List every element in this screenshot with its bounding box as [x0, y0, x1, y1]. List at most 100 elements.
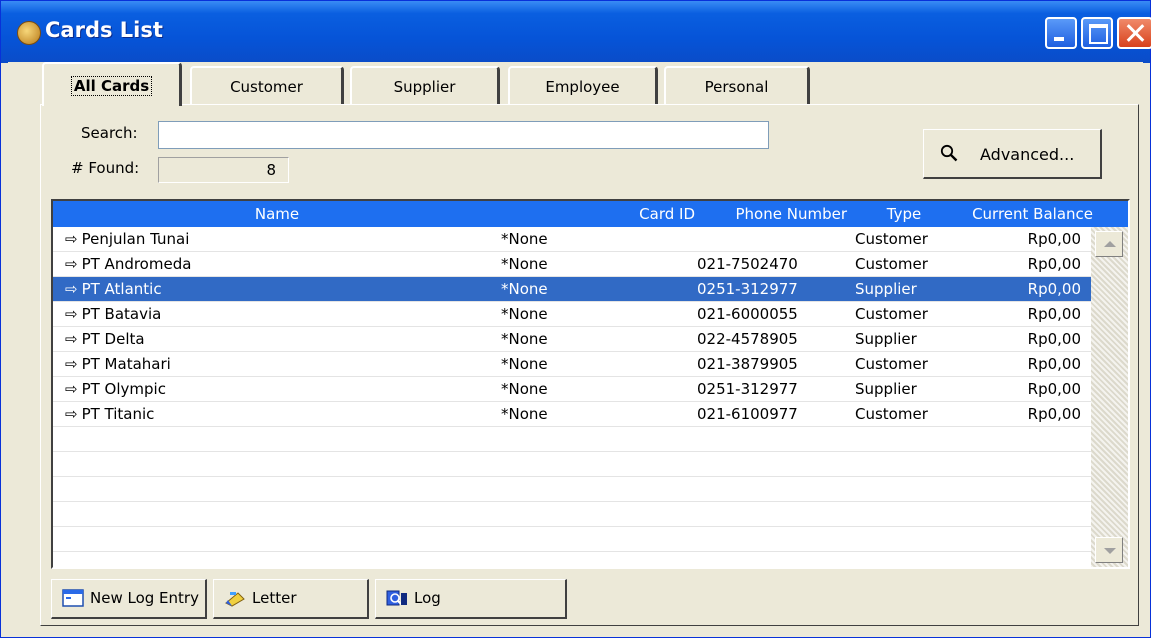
advanced-label: Advanced... [980, 145, 1075, 164]
empty-row [53, 477, 1091, 502]
row-arrow-icon[interactable]: ⇨ [65, 405, 78, 423]
cell-card-id: *None [501, 380, 548, 398]
table-header: Name Card ID Phone Number Type Current B… [53, 201, 1128, 227]
table-body: ⇨ Penjulan Tunai *None Customer Rp0,00 ⇨ PT An… [53, 227, 1091, 567]
cell-phone: 0251-312977 [697, 380, 798, 398]
magnifier-icon [940, 144, 958, 162]
cards-table: Name Card ID Phone Number Type Current B… [51, 199, 1130, 569]
app-icon [17, 21, 41, 45]
row-arrow-icon[interactable]: ⇨ [65, 255, 78, 273]
table-row[interactable]: ⇨ PT Titanic *None 021-6100977 Customer Rp0,0… [53, 402, 1091, 427]
advanced-button[interactable]: Advanced... [923, 129, 1102, 179]
tab-supplier[interactable]: Supplier [350, 66, 500, 106]
table-row[interactable]: ⇨ PT Matahari *None 021-3879905 Customer Rp0,… [53, 352, 1091, 377]
close-button[interactable] [1117, 17, 1151, 49]
vertical-scrollbar[interactable] [1091, 227, 1128, 567]
new-log-entry-label: New Log Entry [90, 589, 199, 607]
letter-button[interactable]: Letter [213, 579, 369, 619]
cell-type: Customer [855, 405, 928, 423]
row-arrow-icon[interactable]: ⇨ [65, 230, 78, 248]
cell-phone: 021-6000055 [697, 305, 798, 323]
empty-row [53, 552, 1091, 567]
col-card-id[interactable]: Card ID [501, 201, 699, 227]
new-log-entry-button[interactable]: New Log Entry [51, 579, 207, 619]
cell-balance: Rp0,00 [1027, 380, 1081, 398]
tab-customer[interactable]: Customer [190, 66, 344, 106]
cell-type: Customer [855, 355, 928, 373]
cell-type: Supplier [855, 380, 917, 398]
scroll-down-button[interactable] [1095, 537, 1123, 563]
cell-balance: Rp0,00 [1027, 405, 1081, 423]
col-type[interactable]: Type [851, 201, 957, 227]
cell-card-id: *None [501, 355, 548, 373]
table-row[interactable]: ⇨ PT Atlantic *None 0251-312977 Supplier Rp0,… [53, 277, 1091, 302]
tab-personal[interactable]: Personal [664, 66, 810, 106]
log-button[interactable]: Log [375, 579, 567, 619]
table-row[interactable]: ⇨ PT Olympic *None 0251-312977 Supplier Rp0,0… [53, 377, 1091, 402]
row-arrow-icon[interactable]: ⇨ [65, 330, 78, 348]
cell-card-id: *None [501, 330, 548, 348]
found-count: 8 [158, 157, 289, 183]
tab-label: All Cards [70, 76, 153, 96]
cell-balance: Rp0,00 [1027, 255, 1081, 273]
row-arrow-icon[interactable]: ⇨ [65, 305, 78, 323]
row-arrow-icon[interactable]: ⇨ [65, 380, 78, 398]
row-name-text: PT Delta [81, 330, 145, 348]
col-balance[interactable]: Current Balance [957, 201, 1093, 227]
cell-name: ⇨ PT Matahari [65, 352, 505, 376]
tab-employee[interactable]: Employee [508, 66, 658, 106]
cell-type: Supplier [855, 330, 917, 348]
table-row[interactable]: ⇨ PT Andromeda *None 021-7502470 Customer Rp0… [53, 252, 1091, 277]
cell-balance: Rp0,00 [1027, 280, 1081, 298]
minimize-button[interactable] [1045, 17, 1077, 49]
window-icon [62, 589, 84, 607]
row-name-text: PT Olympic [81, 380, 166, 398]
window-title: Cards List [45, 18, 163, 42]
title-bar[interactable]: Cards List [1, 1, 1151, 63]
cell-phone: 021-3879905 [697, 355, 798, 373]
tab-all-cards[interactable]: All Cards [42, 62, 182, 106]
cell-phone: 0251-312977 [697, 280, 798, 298]
row-arrow-icon[interactable]: ⇨ [65, 355, 78, 373]
letter-icon [225, 592, 245, 607]
row-name-text: PT Titanic [81, 405, 155, 423]
cell-type: Customer [855, 230, 928, 248]
search-input[interactable] [158, 121, 769, 149]
cell-card-id: *None [501, 280, 548, 298]
scroll-up-button[interactable] [1095, 231, 1123, 257]
row-name-text: PT Atlantic [81, 280, 162, 298]
empty-row [53, 527, 1091, 552]
cell-type: Supplier [855, 280, 917, 298]
table-row[interactable]: ⇨ PT Batavia *None 021-6000055 Customer Rp0,0… [53, 302, 1091, 327]
cell-name: ⇨ PT Andromeda [65, 252, 505, 276]
cell-balance: Rp0,00 [1027, 355, 1081, 373]
cell-type: Customer [855, 255, 928, 273]
cell-phone: 022-4578905 [697, 330, 798, 348]
search-label: Search: [81, 124, 138, 142]
cell-name: ⇨ Penjulan Tunai [65, 227, 505, 251]
cell-balance: Rp0,00 [1027, 330, 1081, 348]
empty-row [53, 502, 1091, 527]
letter-label: Letter [252, 589, 297, 607]
cell-phone [697, 227, 847, 251]
cell-name: ⇨ PT Batavia [65, 302, 505, 326]
table-row[interactable]: ⇨ Penjulan Tunai *None Customer Rp0,00 [53, 227, 1091, 252]
table-row[interactable]: ⇨ PT Delta *None 022-4578905 Supplier Rp0,00 [53, 327, 1091, 352]
cell-type: Customer [855, 305, 928, 323]
row-name-text: PT Matahari [81, 355, 171, 373]
cell-name: ⇨ PT Atlantic [65, 277, 505, 301]
row-arrow-icon[interactable]: ⇨ [65, 280, 78, 298]
cell-balance: Rp0,00 [1027, 230, 1081, 248]
maximize-button[interactable] [1081, 17, 1113, 49]
empty-row [53, 427, 1091, 452]
tab-panel: Search: # Found: 8 Advanced... Name Card… [40, 104, 1139, 626]
cell-phone: 021-7502470 [697, 255, 798, 273]
log-label: Log [414, 589, 441, 607]
col-phone[interactable]: Phone Number [699, 201, 851, 227]
cell-card-id: *None [501, 255, 548, 273]
cell-card-id: *None [501, 405, 548, 423]
row-name-text: PT Andromeda [81, 255, 192, 273]
empty-row [53, 452, 1091, 477]
col-name[interactable]: Name [53, 201, 501, 227]
log-icon [386, 590, 407, 606]
